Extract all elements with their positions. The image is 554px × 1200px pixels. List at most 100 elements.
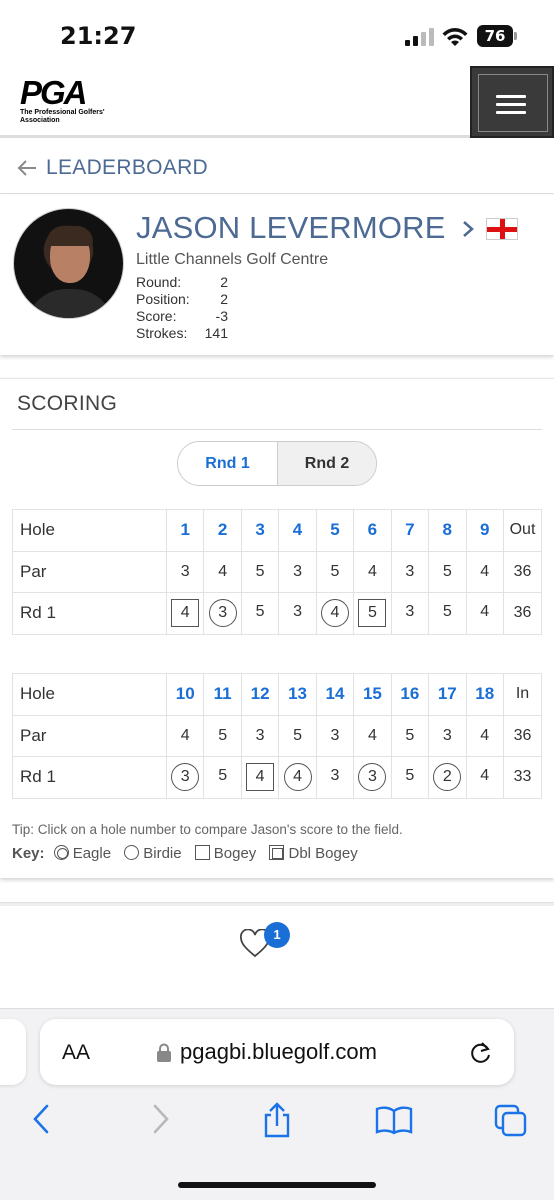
reload-icon[interactable] bbox=[468, 1040, 494, 1066]
bogey-score-mark: 4 bbox=[246, 763, 275, 792]
score-cell: 3 bbox=[390, 592, 430, 635]
key-eagle: Eagle bbox=[49, 845, 111, 862]
par-value: 3 bbox=[240, 714, 280, 758]
score-value: 5 bbox=[442, 603, 452, 621]
par-value: 5 bbox=[428, 550, 467, 594]
player-name[interactable]: JASON LEVERMORE bbox=[136, 210, 446, 246]
menu-button[interactable] bbox=[470, 66, 554, 138]
bookmarks-icon[interactable] bbox=[375, 1105, 413, 1135]
score-cell: 4 bbox=[278, 756, 317, 799]
par-row: Par 4 5 3 5 3 4 5 3 4 36 bbox=[12, 714, 542, 758]
score-cell: 3 bbox=[278, 592, 317, 635]
score-value: 5 bbox=[255, 603, 265, 621]
score-value: 3 bbox=[293, 603, 302, 621]
score-cell: 5 bbox=[240, 592, 280, 635]
stat-value: 2 bbox=[220, 274, 228, 290]
score-key: Key: Eagle Birdie Bogey Dbl Bogey bbox=[12, 845, 367, 862]
hole-number-12[interactable]: 12 bbox=[240, 673, 280, 716]
stat-label: Position: bbox=[136, 291, 190, 307]
score-value: 5 bbox=[218, 767, 228, 785]
hole-number-9[interactable]: 9 bbox=[465, 509, 504, 552]
section-divider bbox=[0, 902, 554, 906]
score-total: 33 bbox=[503, 756, 542, 799]
round-score-row: Rd 1 4 3 5 3 4 5 3 5 4 36 bbox=[12, 592, 542, 635]
par-value: 3 bbox=[428, 714, 467, 758]
battery-icon: 76 bbox=[477, 25, 519, 47]
stat-label: Round: bbox=[136, 274, 182, 290]
hole-number-16[interactable]: 16 bbox=[390, 673, 430, 716]
text-size-button[interactable]: AA bbox=[62, 1041, 90, 1065]
round-score-row: Rd 1 3 5 4 4 3 3 5 2 4 33 bbox=[12, 756, 542, 799]
stat-label: Score: bbox=[136, 308, 177, 324]
england-flag-icon bbox=[486, 218, 518, 240]
hole-number-5[interactable]: 5 bbox=[315, 509, 355, 552]
wifi-icon bbox=[442, 28, 468, 46]
row-label: Par bbox=[12, 550, 167, 594]
hole-number-15[interactable]: 15 bbox=[353, 673, 392, 716]
hole-number-18[interactable]: 18 bbox=[465, 673, 504, 716]
stat-value: 2 bbox=[220, 291, 228, 307]
key-item-label: Dbl Bogey bbox=[288, 845, 358, 862]
total-label: In bbox=[503, 673, 542, 716]
score-cell: 4 bbox=[465, 592, 504, 635]
hole-number-14[interactable]: 14 bbox=[315, 673, 355, 716]
birdie-score-mark: 2 bbox=[433, 763, 462, 792]
hole-number-3[interactable]: 3 bbox=[240, 509, 280, 552]
score-cell: 4 bbox=[465, 756, 504, 799]
hole-number-1[interactable]: 1 bbox=[165, 509, 205, 552]
stat-label: Strokes: bbox=[136, 325, 188, 341]
pga-logo[interactable]: PGA The Professional Golfers' Associatio… bbox=[20, 76, 130, 125]
hole-number-4[interactable]: 4 bbox=[278, 509, 317, 552]
back-icon[interactable] bbox=[30, 1102, 52, 1136]
score-value: 4 bbox=[480, 767, 490, 785]
hole-number-13[interactable]: 13 bbox=[278, 673, 317, 716]
hole-number-11[interactable]: 11 bbox=[203, 673, 242, 716]
par-value: 4 bbox=[465, 550, 504, 594]
battery-level: 76 bbox=[477, 25, 513, 47]
hole-number-10[interactable]: 10 bbox=[165, 673, 205, 716]
row-label: Rd 1 bbox=[12, 756, 167, 799]
status-bar: 21:27 76 bbox=[0, 0, 554, 66]
previous-tab-preview[interactable] bbox=[0, 1019, 26, 1085]
tab-round-1[interactable]: Rnd 1 bbox=[178, 442, 277, 485]
player-club: Little Channels Golf Centre bbox=[136, 251, 329, 268]
chevron-right-icon[interactable] bbox=[461, 219, 475, 239]
score-cell: 3 bbox=[353, 756, 392, 799]
score-cell: 5 bbox=[428, 592, 467, 635]
par-value: 3 bbox=[315, 714, 355, 758]
key-birdie: Birdie bbox=[124, 845, 182, 862]
par-value: 5 bbox=[240, 550, 280, 594]
hole-number-2[interactable]: 2 bbox=[203, 509, 242, 552]
home-indicator bbox=[178, 1182, 376, 1188]
par-value: 3 bbox=[390, 550, 430, 594]
hole-number-7[interactable]: 7 bbox=[390, 509, 430, 552]
tab-round-2[interactable]: Rnd 2 bbox=[277, 442, 376, 485]
row-label: Rd 1 bbox=[12, 592, 167, 635]
tip-text: Tip: Click on a hole number to compare J… bbox=[12, 822, 403, 837]
url-text[interactable]: pgagbi.bluegolf.com bbox=[180, 1039, 377, 1065]
dbl-bogey-symbol-icon bbox=[269, 845, 285, 860]
site-header: PGA The Professional Golfers' Associatio… bbox=[0, 66, 554, 138]
key-dbl-bogey: Dbl Bogey bbox=[269, 845, 358, 862]
back-nine-table: Hole 10 11 12 13 14 15 16 17 18 In Par 4 5 3 5 3 4 5 3 4 36 Rd… bbox=[12, 673, 542, 799]
par-row: Par 3 4 5 3 5 4 3 5 4 36 bbox=[12, 550, 542, 594]
hole-number-17[interactable]: 17 bbox=[428, 673, 467, 716]
hole-number-6[interactable]: 6 bbox=[353, 509, 392, 552]
like-count-badge: 1 bbox=[264, 922, 290, 948]
score-cell: 3 bbox=[315, 756, 355, 799]
bogey-symbol-icon bbox=[194, 845, 210, 860]
forward-icon[interactable] bbox=[150, 1102, 172, 1136]
hamburger-icon bbox=[496, 95, 526, 98]
back-arrow-icon[interactable] bbox=[16, 158, 38, 178]
tabs-icon[interactable] bbox=[494, 1104, 528, 1138]
leaderboard-link[interactable]: LEADERBOARD bbox=[46, 156, 208, 180]
share-icon[interactable] bbox=[261, 1102, 293, 1138]
score-cell: 3 bbox=[203, 592, 242, 635]
score-cell: 2 bbox=[428, 756, 467, 799]
signal-icon bbox=[405, 28, 434, 46]
par-value: 4 bbox=[465, 714, 504, 758]
birdie-score-mark: 4 bbox=[320, 599, 349, 628]
par-value: 4 bbox=[353, 714, 392, 758]
hole-number-8[interactable]: 8 bbox=[428, 509, 467, 552]
stat-value: 141 bbox=[204, 325, 228, 341]
